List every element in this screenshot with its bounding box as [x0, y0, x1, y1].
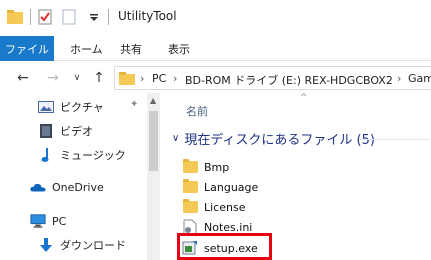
- music-icon: [38, 147, 54, 163]
- pc-icon: [30, 213, 46, 229]
- tab-home[interactable]: ホーム: [70, 36, 103, 61]
- ribbon: ファイル ホーム 共有 表示: [0, 36, 431, 61]
- sidebar-item-downloads[interactable]: ダウンロード: [38, 235, 126, 255]
- file-name: Bmp: [204, 160, 230, 174]
- sidebar-scrollbar-thumb[interactable]: [149, 111, 158, 171]
- forward-button[interactable]: →: [44, 68, 62, 88]
- recent-locations-button[interactable]: ∨: [70, 68, 84, 88]
- pictures-icon: [38, 99, 54, 115]
- sidebar-item-onedrive[interactable]: OneDrive: [30, 177, 104, 197]
- folder-icon: [182, 159, 198, 175]
- navigation-pane: ピクチャ ✦ ビデオ ミュージック OneDrive PC ダウンロード: [0, 93, 160, 260]
- videos-icon: [38, 123, 54, 139]
- highlight-box: [177, 233, 272, 260]
- breadcrumb-separator: ›: [397, 72, 402, 85]
- breadcrumb-separator: ›: [173, 72, 178, 85]
- group-header-label: 現在ディスクにあるファイル (5): [184, 133, 375, 148]
- file-name: Notes.ini: [204, 220, 253, 234]
- collapse-chevron-icon[interactable]: ∨: [172, 133, 179, 144]
- sidebar-item-pc[interactable]: PC: [30, 211, 66, 231]
- folder-icon: [182, 179, 198, 195]
- address-field[interactable]: › PC › BD-ROM ドライブ (E:) REX-HDGCBOX2 › G…: [114, 66, 431, 90]
- folder-icon: [119, 70, 135, 89]
- sidebar-item-label: PC: [52, 214, 67, 228]
- breadcrumb-game[interactable]: Game: [408, 72, 431, 85]
- list-item[interactable]: Language: [182, 178, 258, 196]
- back-button[interactable]: ←: [14, 68, 32, 88]
- separator: [30, 9, 31, 25]
- tab-share[interactable]: 共有: [120, 36, 142, 61]
- sidebar-item-music[interactable]: ミュージック: [38, 145, 126, 165]
- new-folder-icon[interactable]: [60, 8, 78, 26]
- sidebar-item-label: ミュージック: [60, 149, 126, 162]
- group-header[interactable]: ∨ 現在ディスクにあるファイル (5): [172, 129, 375, 148]
- pin-icon[interactable]: ✦: [130, 99, 138, 110]
- file-name: Language: [204, 180, 259, 194]
- file-name: License: [204, 200, 246, 214]
- column-header-name[interactable]: 名前: [186, 103, 208, 119]
- properties-icon[interactable]: [36, 8, 54, 26]
- sidebar-item-label: ビデオ: [60, 125, 93, 138]
- separator: [108, 9, 109, 25]
- download-icon: [38, 237, 54, 253]
- sidebar-item-pictures[interactable]: ピクチャ: [38, 97, 104, 117]
- breadcrumb-drive[interactable]: BD-ROM ドライブ (E:) REX-HDGCBOX2: [185, 72, 393, 88]
- window-title: UtilityTool: [118, 9, 177, 23]
- sidebar-item-videos[interactable]: ビデオ: [38, 121, 93, 141]
- address-bar-row: ← → ∨ ↑ › PC › BD-ROM ドライブ (E:) REX-HDGC…: [0, 62, 431, 93]
- breadcrumb-pc[interactable]: PC: [152, 72, 166, 85]
- group-divider: [360, 139, 430, 140]
- list-item[interactable]: Bmp: [182, 158, 229, 176]
- tab-file[interactable]: ファイル: [0, 36, 54, 61]
- list-item[interactable]: License: [182, 198, 245, 216]
- folder-icon: [182, 199, 198, 215]
- sidebar-scrollbar[interactable]: ▲: [147, 93, 160, 260]
- onedrive-icon: [30, 179, 46, 195]
- sidebar-item-label: ピクチャ: [60, 101, 104, 114]
- tab-view[interactable]: 表示: [168, 36, 190, 61]
- sidebar-item-label: ダウンロード: [60, 239, 126, 252]
- folder-icon: [6, 8, 24, 26]
- customize-toolbar-icon[interactable]: [86, 8, 102, 26]
- sidebar-item-label: OneDrive: [52, 180, 104, 194]
- scroll-up-icon[interactable]: ▲: [150, 96, 156, 105]
- sort-caret-icon: ^: [300, 93, 308, 103]
- breadcrumb-separator: ›: [140, 72, 145, 85]
- up-button[interactable]: ↑: [90, 68, 108, 88]
- title-bar: UtilityTool: [0, 0, 431, 34]
